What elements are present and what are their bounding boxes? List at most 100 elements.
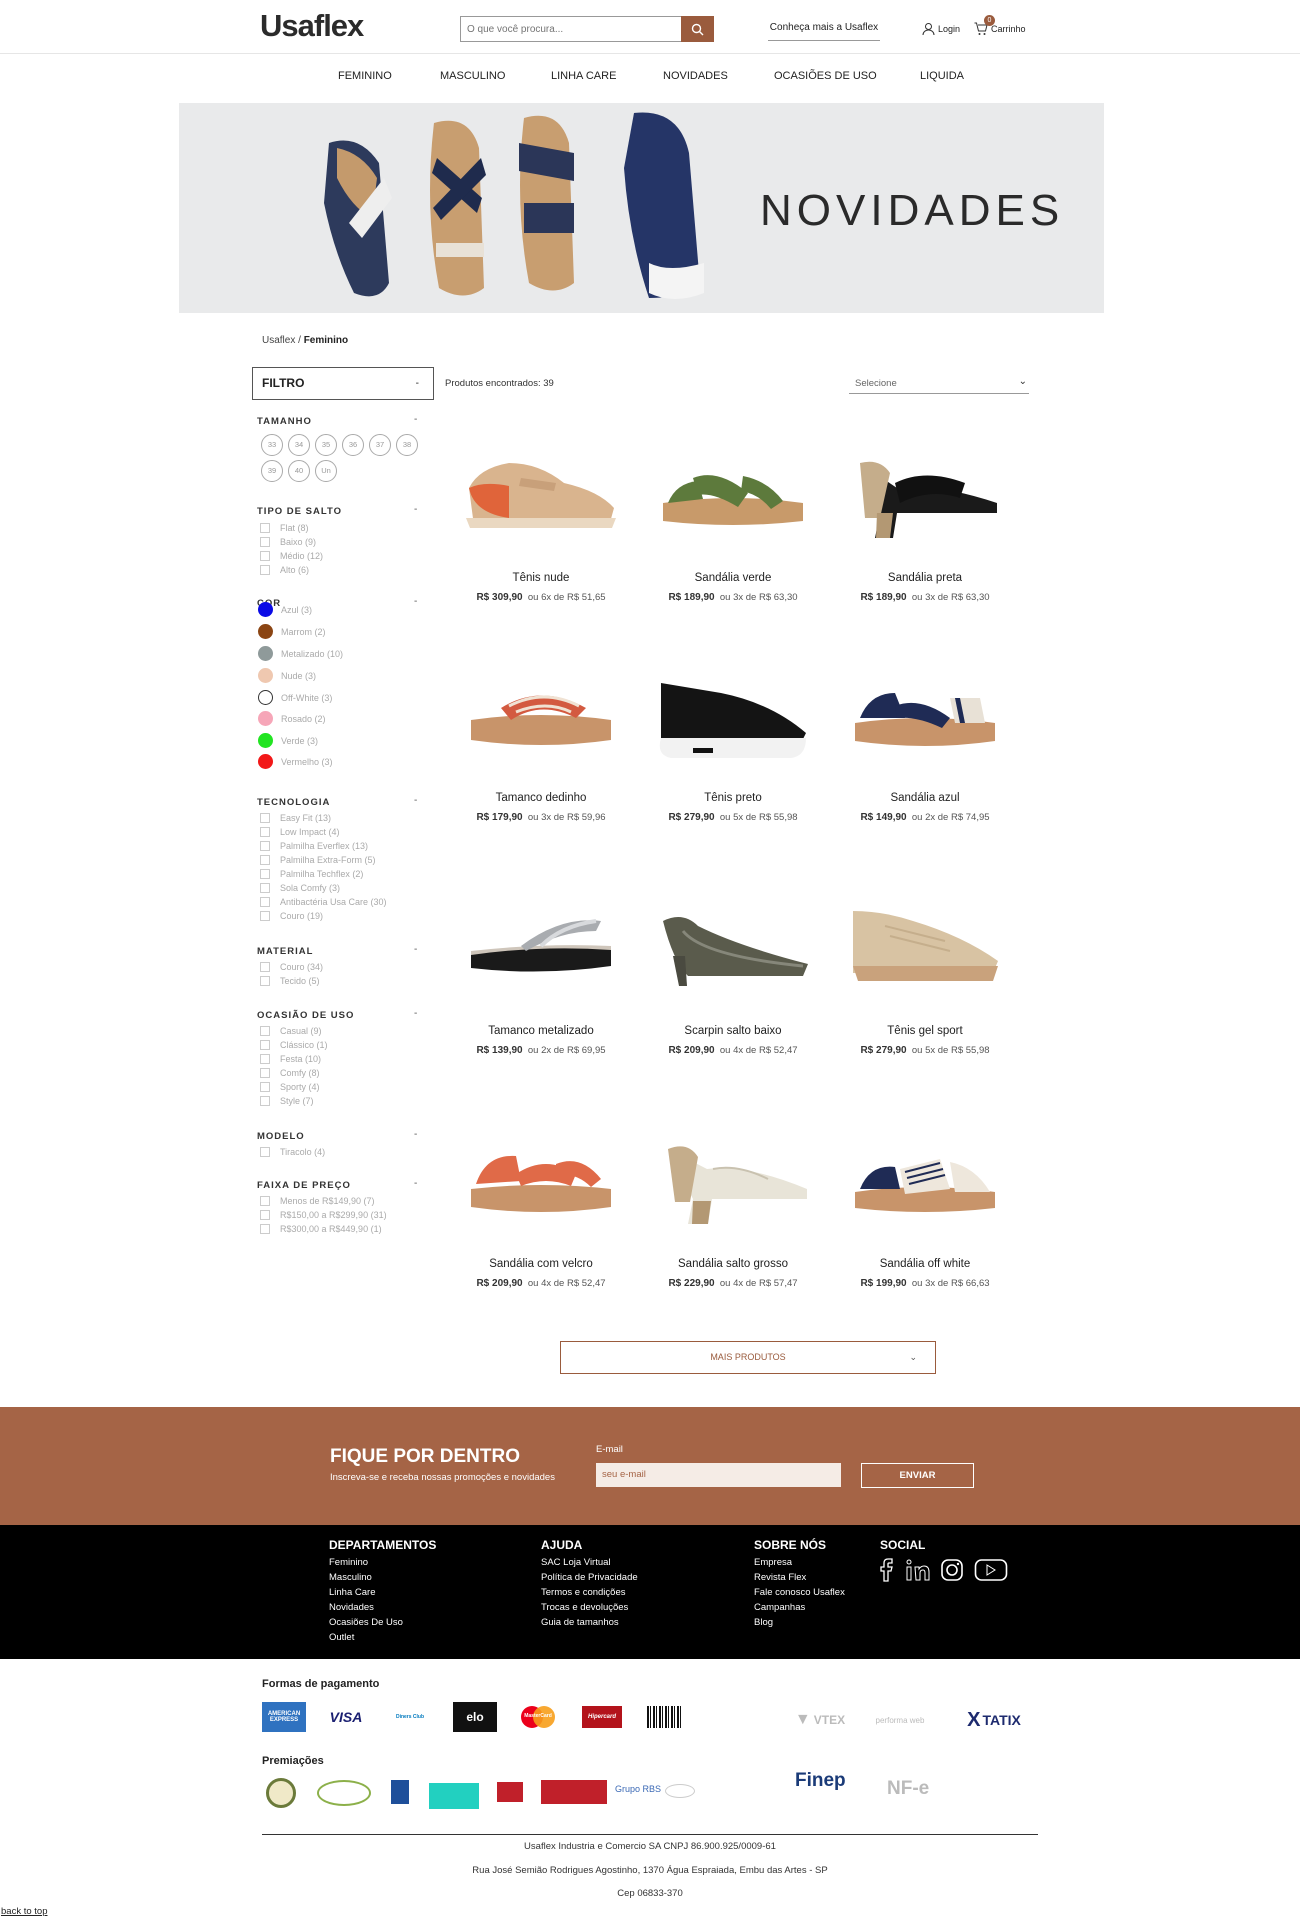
checkbox[interactable] <box>260 855 270 865</box>
product-card[interactable]: Tênis gel sport R$ 279,90 ou 5x de R$ 55… <box>835 871 1015 1056</box>
about-usaflex-link[interactable]: Conheça mais a Usaflex <box>768 15 880 41</box>
footer-link[interactable]: Política de Privacidade <box>541 1570 638 1585</box>
filter-section-material[interactable]: MATERIAL <box>257 946 313 957</box>
product-card[interactable]: Tênis nude R$ 309,90 ou 6x de R$ 51,65 <box>451 418 631 603</box>
filter-option[interactable]: Menos de R$149,90 (7) <box>260 1196 375 1206</box>
product-image-sandal-offwhite[interactable] <box>835 1104 1015 1254</box>
footer-link[interactable]: Outlet <box>329 1630 436 1645</box>
product-card[interactable]: Sandália preta R$ 189,90 ou 3x de R$ 63,… <box>835 418 1015 603</box>
filter-section-modelo[interactable]: MODELO <box>257 1131 305 1142</box>
checkbox[interactable] <box>260 1210 270 1220</box>
filter-option[interactable]: Couro (34) <box>260 962 323 972</box>
product-card[interactable]: Tênis preto R$ 279,90 ou 5x de R$ 55,98 <box>643 638 823 823</box>
filter-section-faixa-de-preco[interactable]: FAIXA DE PREÇO <box>257 1180 351 1191</box>
product-image-clog-striped[interactable] <box>451 638 631 788</box>
filter-option[interactable]: Médio (12) <box>260 551 323 561</box>
product-card[interactable]: Sandália verde R$ 189,90 ou 3x de R$ 63,… <box>643 418 823 603</box>
linkedin-icon[interactable] <box>906 1559 930 1581</box>
footer-link[interactable]: Revista Flex <box>754 1570 845 1585</box>
ocasiao-collapse-icon[interactable]: - <box>414 1008 417 1019</box>
cor-collapse-icon[interactable]: - <box>414 596 417 607</box>
size-option[interactable]: 33 <box>261 434 283 456</box>
size-option[interactable]: 37 <box>369 434 391 456</box>
product-name[interactable]: Tênis preto <box>643 792 823 804</box>
product-card[interactable]: Tamanco dedinho R$ 179,90 ou 3x de R$ 59… <box>451 638 631 823</box>
checkbox[interactable] <box>260 976 270 986</box>
color-option[interactable]: Off-White (3) <box>258 690 332 705</box>
filter-option[interactable]: Sporty (4) <box>260 1082 320 1092</box>
checkbox[interactable] <box>260 1224 270 1234</box>
product-name[interactable]: Sandália azul <box>835 792 1015 804</box>
size-option[interactable]: 38 <box>396 434 418 456</box>
color-option[interactable]: Metalizado (10) <box>258 646 343 661</box>
search-input[interactable] <box>461 17 681 41</box>
checkbox[interactable] <box>260 897 270 907</box>
filter-option[interactable]: Palmilha Everflex (13) <box>260 841 368 851</box>
footer-link[interactable]: Ocasiões De Uso <box>329 1615 436 1630</box>
filter-option[interactable]: Baixo (9) <box>260 537 316 547</box>
checkbox[interactable] <box>260 869 270 879</box>
nav-item-liquida[interactable]: LIQUIDA <box>920 54 964 98</box>
filter-option[interactable]: Palmilha Extra-Form (5) <box>260 855 376 865</box>
nav-item-linha-care[interactable]: LINHA CARE <box>551 54 616 98</box>
product-card[interactable]: Sandália azul R$ 149,90 ou 2x de R$ 74,9… <box>835 638 1015 823</box>
facebook-icon[interactable] <box>880 1558 896 1582</box>
size-option[interactable]: 34 <box>288 434 310 456</box>
checkbox[interactable] <box>260 827 270 837</box>
footer-link[interactable]: Masculino <box>329 1570 436 1585</box>
tecnologia-collapse-icon[interactable]: - <box>414 795 417 806</box>
size-option[interactable]: 40 <box>288 460 310 482</box>
color-swatch[interactable] <box>258 646 273 661</box>
nav-item-masculino[interactable]: MASCULINO <box>440 54 505 98</box>
footer-link[interactable]: Linha Care <box>329 1585 436 1600</box>
product-image-sandal-black-heel[interactable] <box>835 418 1015 568</box>
checkbox[interactable] <box>260 523 270 533</box>
color-option[interactable]: Rosado (2) <box>258 711 326 726</box>
filter-option[interactable]: Sola Comfy (3) <box>260 883 340 893</box>
nav-item-ocasioes-de-uso[interactable]: OCASIÕES DE USO <box>774 54 877 98</box>
salto-collapse-icon[interactable]: - <box>414 504 417 515</box>
checkbox[interactable] <box>260 962 270 972</box>
color-option[interactable]: Marrom (2) <box>258 624 326 639</box>
sort-select[interactable]: Selecione ⌄ <box>849 369 1029 394</box>
footer-link[interactable]: SAC Loja Virtual <box>541 1555 638 1570</box>
nav-item-novidades[interactable]: NOVIDADES <box>663 54 728 98</box>
checkbox[interactable] <box>260 1026 270 1036</box>
product-image-sneaker-beige[interactable] <box>835 871 1015 1021</box>
filter-option[interactable]: Flat (8) <box>260 523 309 533</box>
filter-section-ocasiao-de-uso[interactable]: OCASIÃO DE USO <box>257 1010 354 1021</box>
checkbox[interactable] <box>260 1054 270 1064</box>
cart-link[interactable]: 0 Carrinho <box>974 15 1026 36</box>
product-image-sneaker-nude[interactable] <box>451 418 631 568</box>
footer-link[interactable]: Termos e condições <box>541 1585 638 1600</box>
product-name[interactable]: Tamanco dedinho <box>451 792 631 804</box>
modelo-collapse-icon[interactable]: - <box>414 1129 417 1140</box>
youtube-icon[interactable] <box>974 1558 1008 1582</box>
checkbox[interactable] <box>260 551 270 561</box>
checkbox[interactable] <box>260 813 270 823</box>
filter-toggle[interactable]: FILTRO - <box>252 367 434 400</box>
size-option[interactable]: 35 <box>315 434 337 456</box>
size-option[interactable]: 36 <box>342 434 364 456</box>
login-link[interactable]: Login <box>922 22 960 36</box>
checkbox[interactable] <box>260 565 270 575</box>
product-image-sandal-white-heel[interactable] <box>643 1104 823 1254</box>
color-option[interactable]: Vermelho (3) <box>258 754 333 769</box>
color-swatch[interactable] <box>258 711 273 726</box>
filter-option[interactable]: Tecido (5) <box>260 976 320 986</box>
filter-option[interactable]: Palmilha Techflex (2) <box>260 869 363 879</box>
color-swatch[interactable] <box>258 668 273 683</box>
filter-option[interactable]: Style (7) <box>260 1096 314 1106</box>
filter-option[interactable]: Couro (19) <box>260 911 323 921</box>
more-products-button[interactable]: MAIS PRODUTOS ⌄ <box>560 1341 936 1374</box>
product-card[interactable]: Tamanco metalizado R$ 139,90 ou 2x de R$… <box>451 871 631 1056</box>
checkbox[interactable] <box>260 841 270 851</box>
filter-option[interactable]: R$150,00 a R$299,90 (31) <box>260 1210 387 1220</box>
product-image-sandal-green[interactable] <box>643 418 823 568</box>
newsletter-submit-button[interactable]: ENVIAR <box>861 1463 974 1488</box>
checkbox[interactable] <box>260 911 270 921</box>
product-card[interactable]: Scarpin salto baixo R$ 209,90 ou 4x de R… <box>643 871 823 1056</box>
filter-option[interactable]: Comfy (8) <box>260 1068 320 1078</box>
product-image-sneaker-black[interactable] <box>643 638 823 788</box>
color-option[interactable]: Verde (3) <box>258 733 318 748</box>
